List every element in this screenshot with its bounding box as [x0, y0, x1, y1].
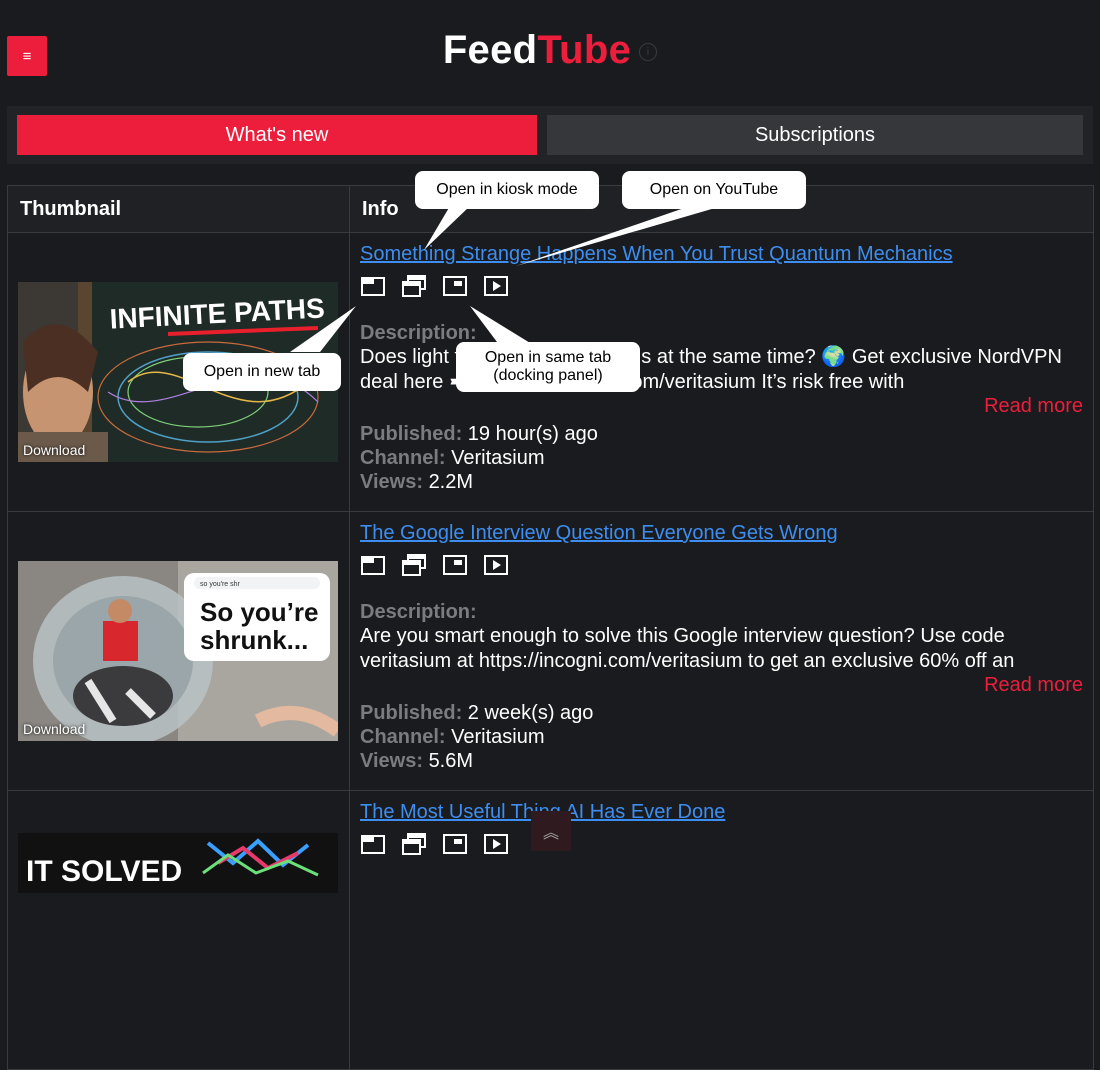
brand-feed: Feed	[442, 28, 538, 72]
published-label: Published:	[360, 423, 463, 445]
published-label: Published:	[360, 702, 463, 724]
views-row: Views: 5.6M	[360, 749, 1083, 773]
tab-bar: What's new Subscriptions	[7, 106, 1093, 164]
views-row: Views: 2.2M	[360, 470, 1083, 494]
views-label: Views:	[360, 471, 423, 493]
video-meta: Published: 2 week(s) ago Channel: Verita…	[360, 701, 1083, 773]
published-value: 2 week(s) ago	[467, 702, 594, 724]
thumbnail-header: Thumbnail	[7, 185, 350, 233]
video-thumbnail[interactable]: IT SOLVED	[18, 833, 338, 893]
views-value: 2.2M	[428, 471, 474, 493]
kiosk-mode-icon[interactable]	[401, 274, 427, 298]
new-tab-icon[interactable]	[360, 274, 386, 298]
thumbnail-text-line1: So you’re	[200, 597, 318, 627]
info-cell: The Google Interview Question Everyone G…	[349, 511, 1094, 791]
tab-subscriptions[interactable]: Subscriptions	[547, 115, 1083, 155]
download-link[interactable]: Download	[23, 442, 85, 458]
channel-row: Channel: Veritasium	[360, 446, 1083, 470]
thumbnail-cell: IT SOLVED	[7, 790, 350, 1070]
published-row: Published: 19 hour(s) ago	[360, 422, 1083, 446]
callout-kiosk-mode: Open in kiosk mode	[415, 171, 599, 209]
tab-whats-new[interactable]: What's new	[17, 115, 537, 155]
thumbnail-cell: so you're shr So you’re shrunk... Downlo…	[7, 511, 350, 791]
docking-panel-icon[interactable]	[442, 274, 468, 298]
table-row: so you're shr So you’re shrunk... Downlo…	[7, 511, 1094, 791]
open-options	[360, 553, 1083, 579]
video-meta: Published: 19 hour(s) ago Channel: Verit…	[360, 422, 1083, 494]
channel-label: Channel:	[360, 447, 446, 469]
callout-same-tab: Open in same tab (docking panel)	[456, 342, 640, 392]
scroll-to-top-button[interactable]: ︽	[531, 811, 571, 851]
callout-open-youtube: Open on YouTube	[622, 171, 806, 209]
published-row: Published: 2 week(s) ago	[360, 701, 1083, 725]
callout-same-tab-line2: (docking panel)	[493, 367, 603, 384]
channel-value: Veritasium	[451, 726, 545, 748]
read-more-link[interactable]: Read more	[360, 674, 1083, 697]
thumbnail-text-line2: shrunk...	[200, 625, 308, 655]
new-tab-icon[interactable]	[360, 832, 386, 856]
new-tab-icon[interactable]	[360, 553, 386, 577]
video-thumbnail[interactable]: so you're shr So you’re shrunk... Downlo…	[18, 561, 338, 741]
views-label: Views:	[360, 750, 423, 772]
published-value: 19 hour(s) ago	[467, 423, 598, 445]
chevron-up-icon: ︽	[542, 825, 559, 842]
video-title-link[interactable]: Something Strange Happens When You Trust…	[360, 243, 953, 266]
info-icon[interactable]: i	[639, 43, 658, 62]
youtube-play-icon[interactable]	[483, 832, 509, 856]
views-value: 5.6M	[428, 750, 474, 772]
kiosk-mode-icon[interactable]	[401, 553, 427, 577]
video-title-link[interactable]: The Google Interview Question Everyone G…	[360, 522, 838, 545]
channel-label: Channel:	[360, 726, 446, 748]
docking-panel-icon[interactable]	[442, 832, 468, 856]
kiosk-mode-icon[interactable]	[401, 832, 427, 856]
brand-tube: Tube	[537, 28, 632, 72]
youtube-play-icon[interactable]	[483, 274, 509, 298]
channel-value: Veritasium	[451, 447, 545, 469]
thumbnail-search-text: so you're shr	[200, 581, 241, 588]
info-cell: The Most Useful Thing AI Has Ever Done	[349, 790, 1094, 1070]
app-logo: FeedTube i	[0, 28, 1100, 73]
channel-row: Channel: Veritasium	[360, 725, 1083, 749]
thumbnail-text: IT SOLVED	[26, 855, 182, 888]
description-label: Description:	[360, 601, 477, 623]
open-options	[360, 832, 1083, 858]
youtube-play-icon[interactable]	[483, 553, 509, 577]
download-link[interactable]: Download	[23, 721, 85, 737]
video-table: Thumbnail Info INFINITE PATHS Download S…	[7, 185, 1094, 1070]
open-options	[360, 274, 1083, 300]
read-more-link[interactable]: Read more	[360, 395, 1083, 418]
callout-new-tab: Open in new tab	[183, 353, 341, 391]
docking-panel-icon[interactable]	[442, 553, 468, 577]
video-description: Are you smart enough to solve this Googl…	[360, 625, 1015, 672]
callout-same-tab-line1: Open in same tab	[484, 349, 612, 366]
